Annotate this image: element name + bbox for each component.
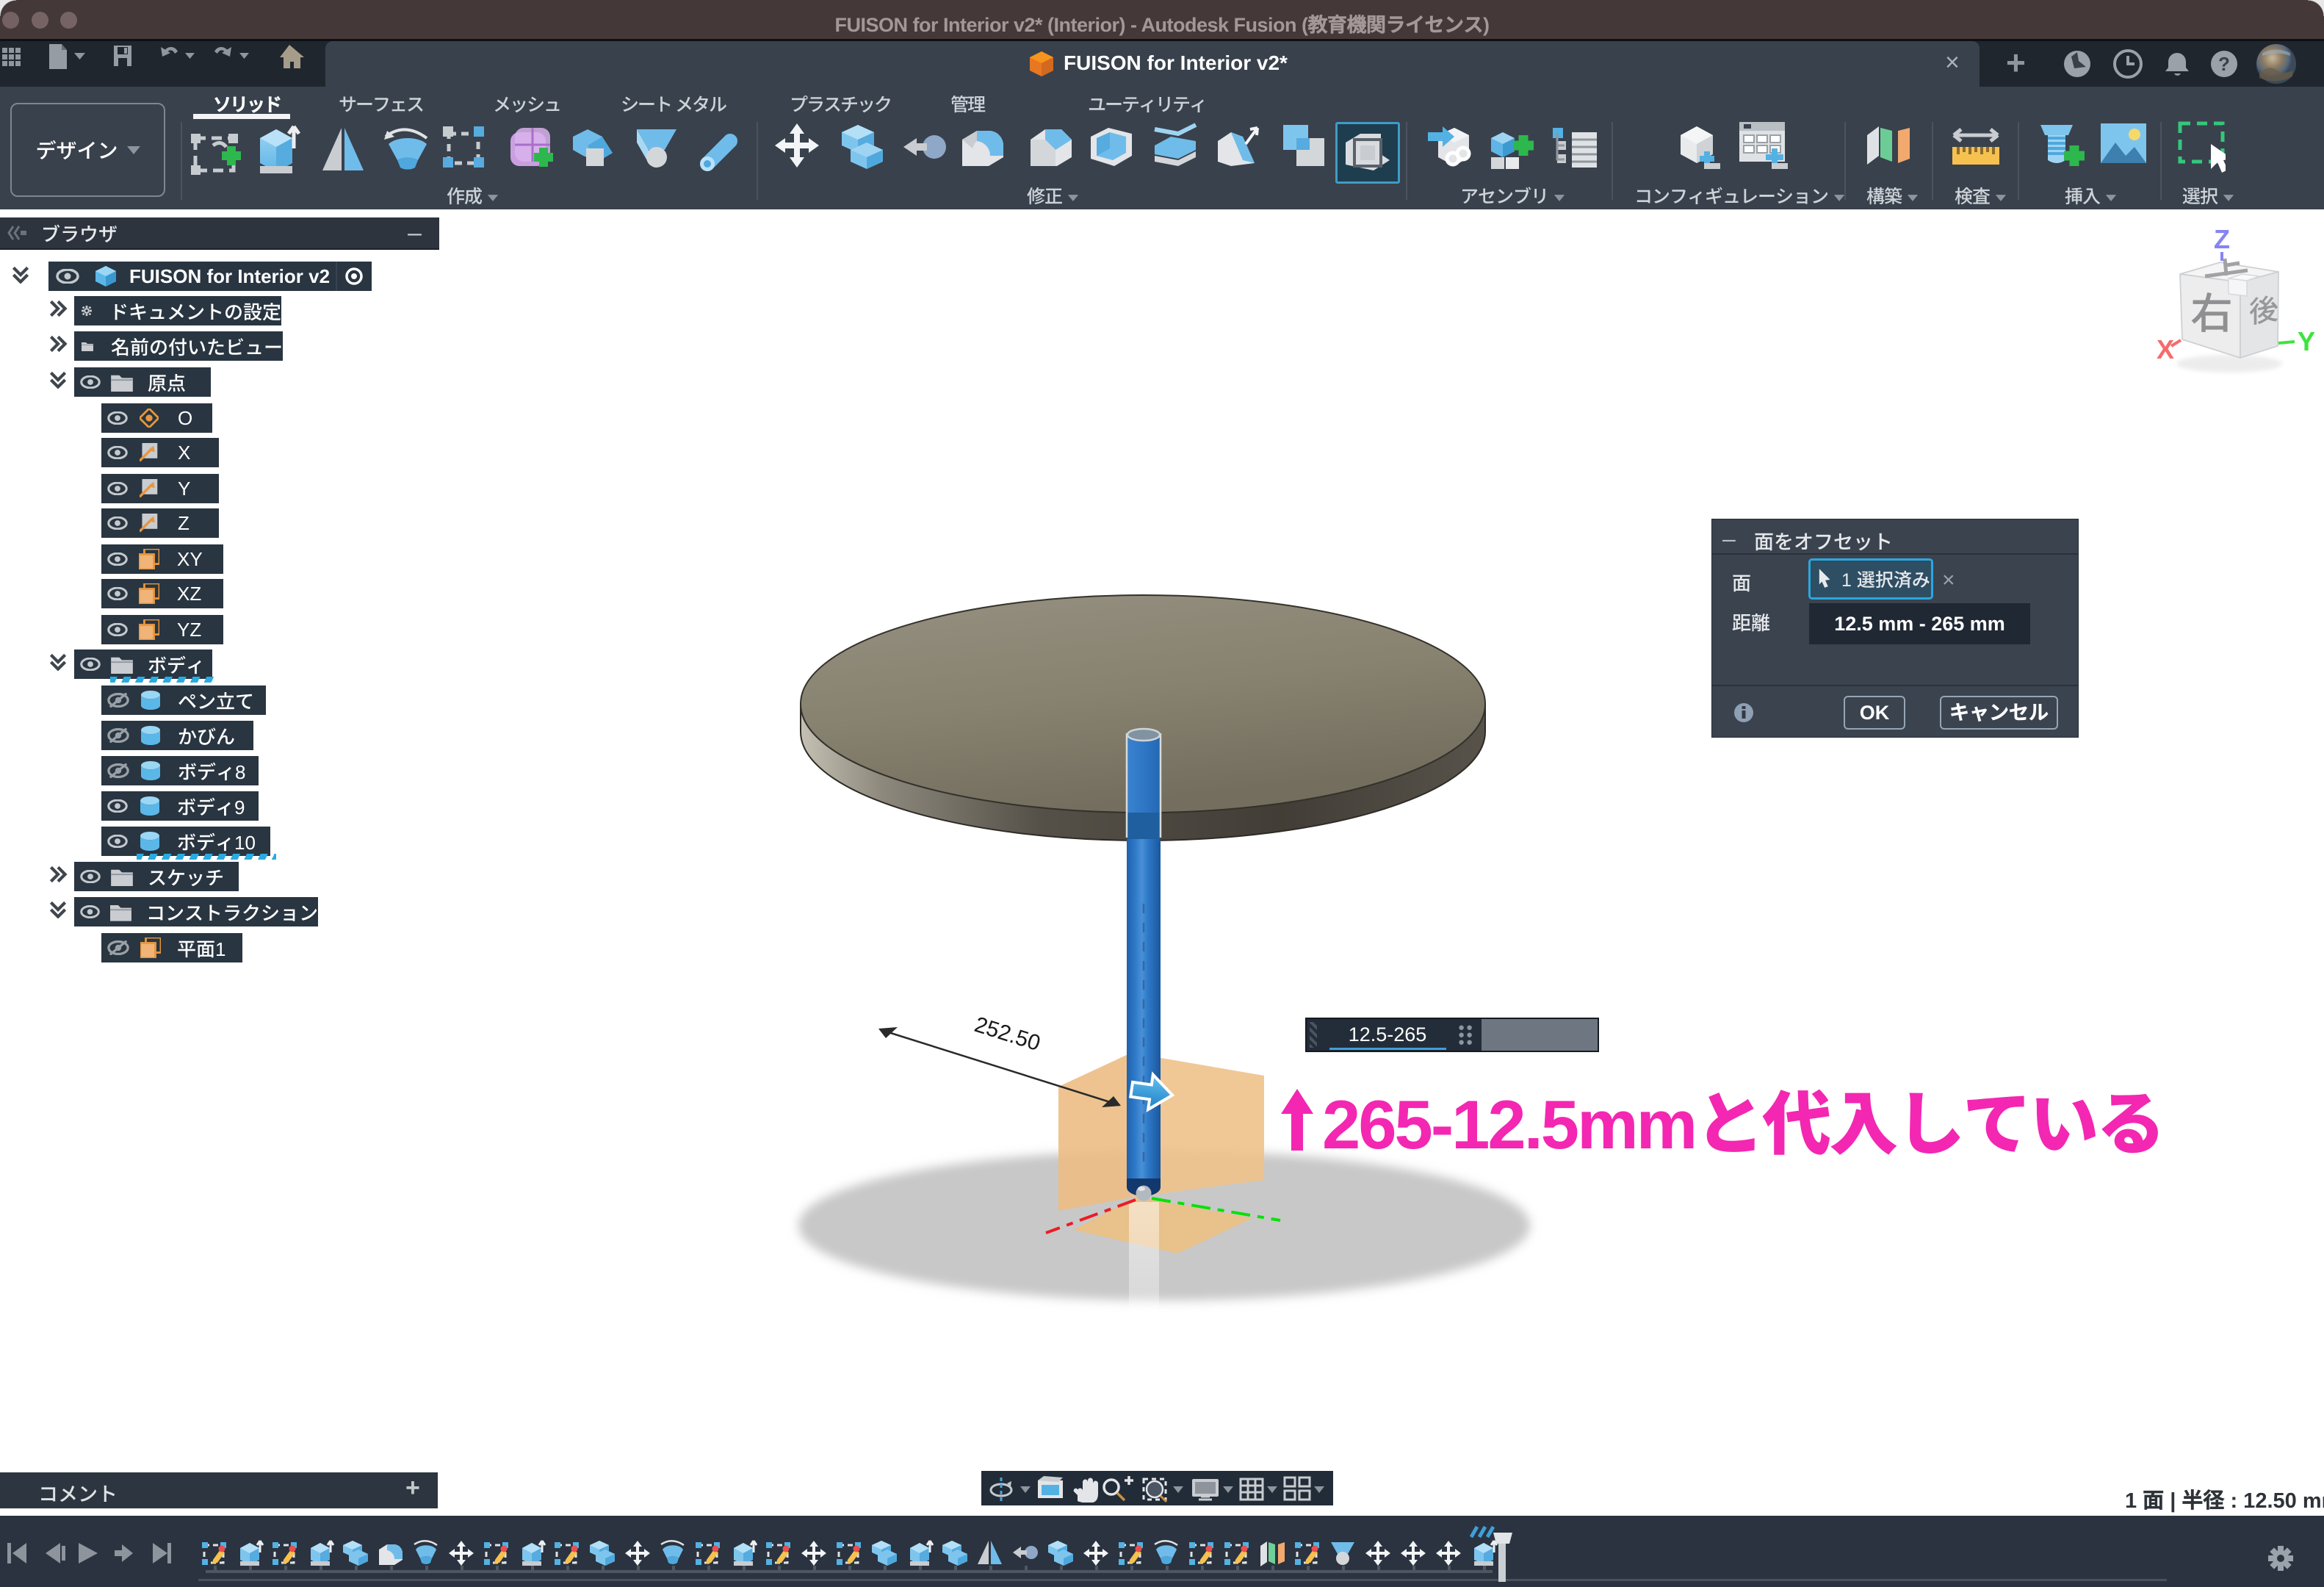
svg-text:右: 右 (2190, 290, 2233, 338)
svg-text:後: 後 (2249, 292, 2278, 330)
svg-text:Z: Z (2214, 224, 2230, 254)
svg-text:Y: Y (2298, 326, 2315, 356)
svg-text:252.50: 252.50 (972, 1012, 1043, 1056)
svg-text:X: X (2157, 334, 2174, 364)
